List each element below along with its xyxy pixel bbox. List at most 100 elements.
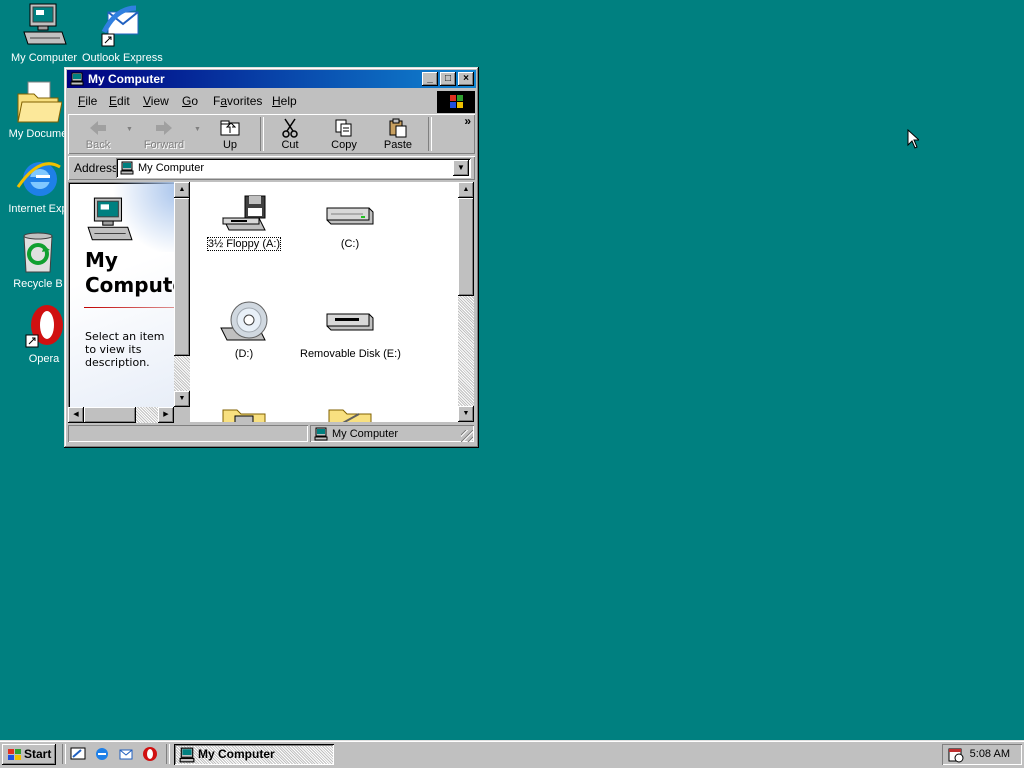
info-pane-horizontal-scrollbar[interactable]: ◀ ▶ <box>68 407 174 423</box>
taskbar: Start My Computer 5:08 AM <box>0 740 1024 768</box>
copy-button[interactable]: Copy <box>318 117 370 153</box>
minimize-button[interactable]: _ <box>422 72 438 86</box>
paste-button[interactable]: Paste <box>372 117 424 153</box>
copy-icon <box>335 119 352 137</box>
standard-toolbar: Back ▼ Forward ▼ Up Cut Copy Paste » <box>68 114 475 154</box>
address-field[interactable]: My Computer ▼ <box>116 158 471 178</box>
back-button[interactable]: Back <box>72 117 124 153</box>
scroll-thumb[interactable] <box>458 198 474 296</box>
address-value: My Computer <box>138 162 205 174</box>
title-bar[interactable]: My Computer _ □ × <box>67 70 476 88</box>
removable-disk-icon <box>326 313 374 331</box>
up-button[interactable]: Up <box>204 117 256 153</box>
status-cell-empty <box>68 425 308 442</box>
menu-favorites[interactable]: Favorites <box>213 94 262 108</box>
mouse-cursor-icon <box>907 129 919 149</box>
windows-logo-icon <box>437 91 475 113</box>
taskbar-item-my-computer[interactable]: My Computer <box>174 744 334 765</box>
control-panel-folder-icon <box>328 409 372 422</box>
drive-label: (C:) <box>340 238 360 250</box>
paste-icon <box>389 118 407 138</box>
status-cell-location: My Computer <box>310 425 474 442</box>
clock[interactable]: 5:08 AM <box>970 748 1010 760</box>
drive-item-e[interactable]: Removable Disk (E:) <box>300 300 401 360</box>
close-button[interactable]: × <box>458 72 474 86</box>
address-dropdown-button[interactable]: ▼ <box>453 160 469 176</box>
menu-view[interactable]: View <box>143 94 169 108</box>
drive-label: Removable Disk (E:) <box>300 348 401 360</box>
my-computer-icon <box>70 72 84 86</box>
opera-icon <box>143 747 157 761</box>
internet-explorer-icon <box>16 162 61 196</box>
toolbar-overflow-button[interactable]: » <box>464 114 471 128</box>
menu-file[interactable]: File <box>78 94 97 108</box>
scroll-up-button[interactable]: ▲ <box>174 182 190 198</box>
opera-icon <box>25 305 63 348</box>
folder-item-printers[interactable] <box>194 402 294 422</box>
scroll-thumb[interactable] <box>174 198 190 356</box>
printers-folder-icon <box>222 409 266 422</box>
scroll-right-button[interactable]: ▶ <box>158 407 174 423</box>
folder-item-control-panel[interactable] <box>300 402 400 422</box>
start-button[interactable]: Start <box>2 744 56 765</box>
menu-help[interactable]: Help <box>272 94 297 108</box>
quick-launch-outlook-express[interactable] <box>118 746 134 765</box>
drive-label: (D:) <box>234 348 254 360</box>
status-location-text: My Computer <box>332 428 399 440</box>
address-label: Address <box>74 161 119 175</box>
chevron-down-icon: ▼ <box>457 163 465 172</box>
start-label: Start <box>24 747 52 761</box>
address-bar: Address My Computer ▼ <box>68 156 475 180</box>
menu-edit[interactable]: Edit <box>109 94 130 108</box>
scroll-left-button[interactable]: ◀ <box>68 407 84 423</box>
window-title: My Computer <box>88 72 165 86</box>
cd-drive-icon <box>220 301 268 341</box>
outlook-express-icon <box>101 5 139 47</box>
drive-item-d[interactable]: (D:) <box>194 300 294 360</box>
scheduler-icon[interactable] <box>948 747 964 763</box>
drive-label: 3½ Floppy (A:) <box>206 237 282 251</box>
my-computer-window[interactable]: My Computer _ □ × File Edit View Go Favo… <box>64 67 479 448</box>
back-dropdown-icon[interactable]: ▼ <box>126 126 133 133</box>
close-icon: × <box>463 73 469 84</box>
drive-item-c[interactable]: (C:) <box>300 194 400 250</box>
arrow-up-icon: ▲ <box>462 186 470 193</box>
cut-button[interactable]: Cut <box>264 117 316 153</box>
recycle-bin-icon <box>23 232 53 273</box>
arrow-left-icon: ◀ <box>73 411 79 418</box>
info-pane-vertical-scrollbar[interactable]: ▲ ▼ <box>174 182 190 407</box>
maximize-icon: □ <box>444 73 452 84</box>
forward-button[interactable]: Forward <box>138 117 190 153</box>
desktop-icon-outlook-express[interactable]: Outlook Express <box>82 2 163 64</box>
forward-dropdown-icon[interactable]: ▼ <box>194 126 201 133</box>
resize-grip[interactable] <box>461 430 473 442</box>
menu-go[interactable]: Go <box>182 94 198 108</box>
desktop-icon-my-computer[interactable]: My Computer <box>6 2 82 64</box>
drive-item-floppy[interactable]: 3½ Floppy (A:) <box>194 194 294 251</box>
arrow-up-icon: ▲ <box>178 186 186 193</box>
scroll-down-button[interactable]: ▼ <box>174 391 190 407</box>
quick-launch-show-desktop[interactable] <box>70 746 86 765</box>
scissors-icon <box>282 118 298 138</box>
floppy-drive-icon <box>222 195 266 231</box>
my-computer-icon <box>23 3 67 45</box>
outlook-express-icon <box>119 749 133 760</box>
my-computer-icon <box>120 161 134 175</box>
desktop-icon-label: My Computer <box>10 52 78 64</box>
arrow-down-icon: ▼ <box>462 410 470 417</box>
title-rule <box>84 307 174 308</box>
scroll-thumb[interactable] <box>84 407 136 423</box>
scroll-down-button[interactable]: ▼ <box>458 406 474 422</box>
scroll-up-button[interactable]: ▲ <box>458 182 474 198</box>
info-pane: My Computer Select an item to view its d… <box>68 182 174 407</box>
quick-launch-internet-explorer[interactable] <box>94 746 110 765</box>
hard-drive-icon <box>326 207 374 225</box>
system-tray: 5:08 AM <box>942 744 1022 765</box>
info-pane-description: Select an item to view its description. <box>85 330 165 369</box>
file-list-vertical-scrollbar[interactable]: ▲ ▼ <box>458 182 474 422</box>
file-list-pane[interactable]: 3½ Floppy (A:) (C:) (D:) Removable Disk … <box>190 182 458 422</box>
back-arrow-icon <box>90 121 106 135</box>
desktop-icon-label: Outlook Express <box>82 52 163 64</box>
quick-launch-opera[interactable] <box>142 746 158 765</box>
maximize-button[interactable]: □ <box>440 72 456 86</box>
